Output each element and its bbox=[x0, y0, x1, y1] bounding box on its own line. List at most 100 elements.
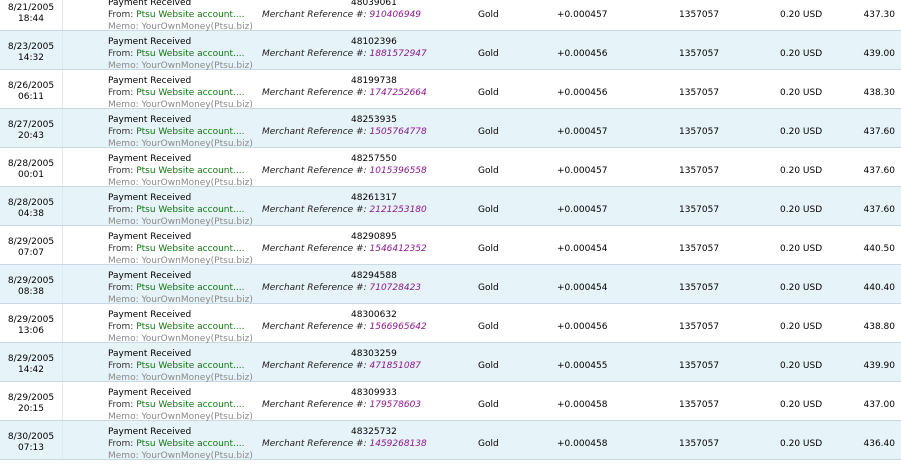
rate-cell: 438.80 bbox=[863, 322, 896, 332]
table-row[interactable]: 8/21/2005 18:44 Payment Received From: P… bbox=[0, 0, 901, 32]
date-cell: 8/28/2005 bbox=[7, 159, 55, 169]
metal-type: Gold bbox=[478, 10, 499, 20]
batch-number[interactable]: 48294588 bbox=[351, 271, 397, 282]
batch-number[interactable]: 48253935 bbox=[351, 115, 397, 126]
metal-type: Gold bbox=[478, 205, 499, 215]
batch-number[interactable]: 48102396 bbox=[351, 37, 397, 48]
batch-number[interactable]: 48325732 bbox=[351, 427, 397, 438]
batch-number[interactable]: 48300632 bbox=[351, 310, 397, 321]
merchant-reference-value: 471851087 bbox=[369, 361, 422, 371]
table-row[interactable]: 8/30/2005 07:13 Payment Received From: P… bbox=[0, 421, 901, 461]
from-account-link[interactable]: Ptsu Website account.... bbox=[136, 322, 244, 332]
merchant-reference: Merchant Reference #: 910406949 bbox=[262, 10, 421, 21]
merchant-reference-value: 1747252664 bbox=[369, 88, 427, 98]
merchant-reference: Merchant Reference #: 1459268138 bbox=[262, 439, 427, 450]
account-number: 1357057 bbox=[679, 400, 720, 410]
merchant-reference-label: Merchant Reference #: bbox=[262, 322, 367, 332]
merchant-reference: Merchant Reference #: 471851087 bbox=[262, 361, 421, 372]
from-account-link[interactable]: Ptsu Website account.... bbox=[136, 400, 244, 410]
table-row[interactable]: 8/28/2005 04:38 Payment Received From: P… bbox=[0, 187, 901, 227]
table-row[interactable]: 8/27/2005 20:43 Payment Received From: P… bbox=[0, 109, 901, 149]
from-field: From: Ptsu Website account.... bbox=[108, 439, 244, 450]
from-account-link[interactable]: Ptsu Website account.... bbox=[136, 166, 244, 176]
time-cell: 20:43 bbox=[18, 131, 44, 141]
transaction-type: Payment Received bbox=[108, 271, 192, 281]
transaction-type: Payment Received bbox=[108, 154, 192, 164]
table-row[interactable]: 8/29/2005 08:38 Payment Received From: P… bbox=[0, 265, 901, 305]
from-account-link[interactable]: Ptsu Website account.... bbox=[136, 205, 244, 215]
account-number: 1357057 bbox=[679, 283, 720, 293]
from-account-link[interactable]: Ptsu Website account.... bbox=[136, 127, 244, 137]
merchant-reference-label: Merchant Reference #: bbox=[262, 400, 367, 410]
transaction-type: Payment Received bbox=[108, 115, 192, 125]
table-row[interactable]: 8/23/2005 14:32 Payment Received From: P… bbox=[0, 31, 901, 71]
from-account-link[interactable]: Ptsu Website account.... bbox=[136, 88, 244, 98]
merchant-reference-value: 1015396558 bbox=[369, 166, 427, 176]
rate-cell: 440.50 bbox=[863, 244, 896, 254]
amount-cell: +0.000455 bbox=[557, 361, 608, 371]
amount-cell: +0.000458 bbox=[557, 439, 608, 449]
from-field: From: Ptsu Website account.... bbox=[108, 244, 244, 255]
batch-number[interactable]: 48290895 bbox=[351, 232, 397, 243]
table-row[interactable]: 8/29/2005 13:06 Payment Received From: P… bbox=[0, 304, 901, 344]
from-account-link[interactable]: Ptsu Website account.... bbox=[136, 10, 244, 20]
account-number: 1357057 bbox=[679, 10, 720, 20]
from-account-link[interactable]: Ptsu Website account.... bbox=[136, 49, 244, 59]
merchant-reference: Merchant Reference #: 179578603 bbox=[262, 400, 421, 411]
rate-cell: 437.60 bbox=[863, 127, 896, 137]
metal-type: Gold bbox=[478, 361, 499, 371]
batch-number[interactable]: 48039061 bbox=[351, 0, 397, 9]
amount-cell: +0.000457 bbox=[557, 166, 608, 176]
fee-cell: 0.20 USD bbox=[780, 361, 823, 371]
table-row[interactable]: 8/29/2005 07:07 Payment Received From: P… bbox=[0, 226, 901, 266]
rate-cell: 440.40 bbox=[863, 283, 896, 293]
merchant-reference: Merchant Reference #: 1546412352 bbox=[262, 244, 427, 255]
batch-number[interactable]: 48303259 bbox=[351, 349, 397, 360]
date-cell: 8/21/2005 bbox=[7, 3, 55, 13]
rate-cell: 436.40 bbox=[863, 439, 896, 449]
table-row[interactable]: 8/28/2005 00:01 Payment Received From: P… bbox=[0, 148, 901, 188]
merchant-reference-label: Merchant Reference #: bbox=[262, 283, 367, 293]
from-label: From: bbox=[108, 439, 134, 449]
fee-cell: 0.20 USD bbox=[780, 49, 823, 59]
column-divider bbox=[62, 109, 63, 147]
merchant-reference-value: 1881572947 bbox=[369, 49, 427, 59]
merchant-reference-value: 1546412352 bbox=[369, 244, 427, 254]
amount-cell: +0.000454 bbox=[557, 244, 608, 254]
table-row[interactable]: 8/29/2005 14:42 Payment Received From: P… bbox=[0, 343, 901, 383]
merchant-reference-value: 2121253180 bbox=[369, 205, 427, 215]
table-row[interactable]: 8/29/2005 20:15 Payment Received From: P… bbox=[0, 382, 901, 422]
from-field: From: Ptsu Website account.... bbox=[108, 49, 244, 60]
account-number: 1357057 bbox=[679, 166, 720, 176]
time-cell: 06:11 bbox=[18, 92, 44, 102]
account-number: 1357057 bbox=[679, 88, 720, 98]
metal-type: Gold bbox=[478, 49, 499, 59]
metal-type: Gold bbox=[478, 439, 499, 449]
from-account-link[interactable]: Ptsu Website account.... bbox=[136, 361, 244, 371]
from-account-link[interactable]: Ptsu Website account.... bbox=[136, 244, 244, 254]
from-label: From: bbox=[108, 88, 134, 98]
fee-cell: 0.20 USD bbox=[780, 322, 823, 332]
from-field: From: Ptsu Website account.... bbox=[108, 10, 244, 21]
batch-number[interactable]: 48257550 bbox=[351, 154, 397, 165]
from-label: From: bbox=[108, 283, 134, 293]
from-account-link[interactable]: Ptsu Website account.... bbox=[136, 439, 244, 449]
amount-cell: +0.000454 bbox=[557, 283, 608, 293]
from-account-link[interactable]: Ptsu Website account.... bbox=[136, 283, 244, 293]
batch-number[interactable]: 48199738 bbox=[351, 76, 397, 87]
merchant-reference: Merchant Reference #: 1747252664 bbox=[262, 88, 427, 99]
batch-number[interactable]: 48261317 bbox=[351, 193, 397, 204]
merchant-reference-label: Merchant Reference #: bbox=[262, 205, 367, 215]
account-number: 1357057 bbox=[679, 244, 720, 254]
merchant-reference: Merchant Reference #: 1566965642 bbox=[262, 322, 427, 333]
column-divider bbox=[62, 187, 63, 225]
amount-cell: +0.000457 bbox=[557, 10, 608, 20]
time-cell: 08:38 bbox=[18, 287, 44, 297]
account-number: 1357057 bbox=[679, 127, 720, 137]
date-cell: 8/29/2005 bbox=[7, 393, 55, 403]
amount-cell: +0.000456 bbox=[557, 322, 608, 332]
column-divider bbox=[62, 31, 63, 69]
batch-number[interactable]: 48309933 bbox=[351, 388, 397, 399]
merchant-reference-value: 710728423 bbox=[369, 283, 422, 293]
table-row[interactable]: 8/26/2005 06:11 Payment Received From: P… bbox=[0, 70, 901, 110]
